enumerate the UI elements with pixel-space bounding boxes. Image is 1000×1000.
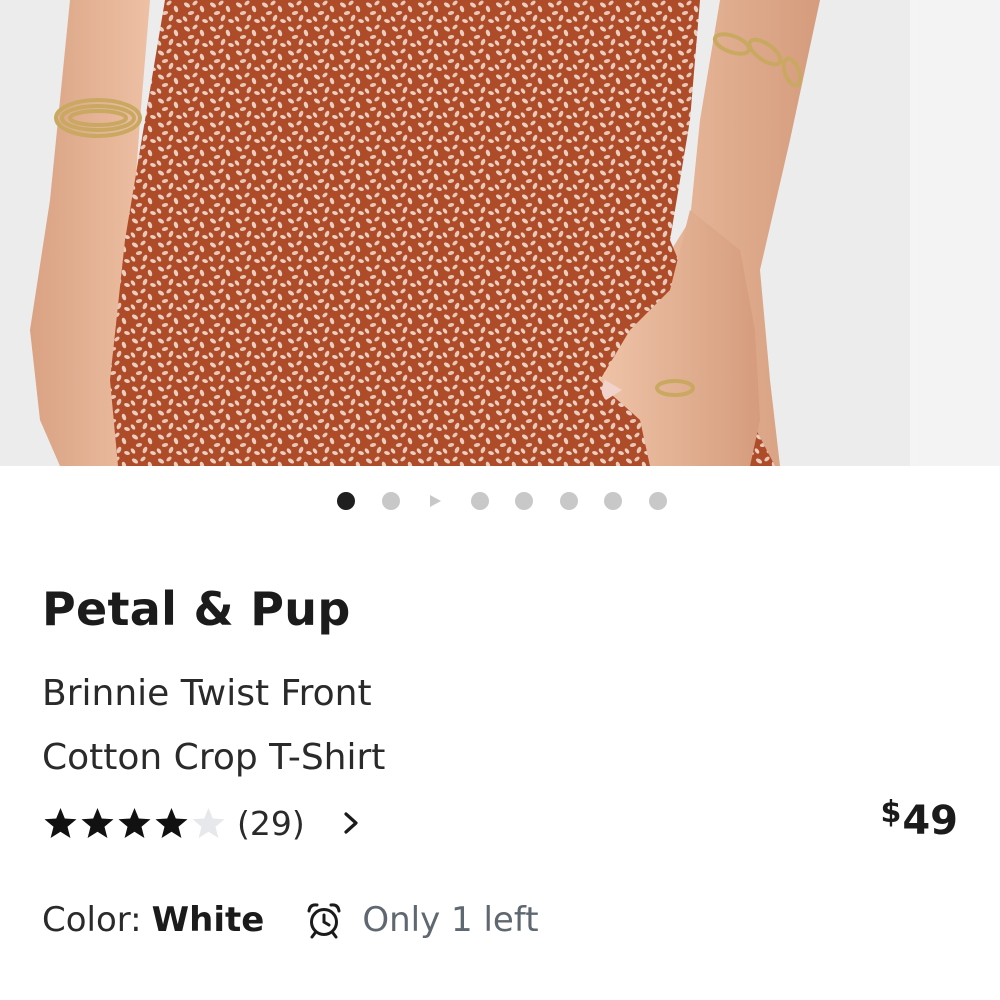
play-icon bbox=[430, 495, 441, 507]
product-page: Petal & Pup Brinnie Twist Front Cotton C… bbox=[0, 0, 1000, 1000]
star-filled-icon bbox=[44, 808, 77, 838]
alarm-clock-icon bbox=[307, 903, 341, 939]
star-filled-icon bbox=[155, 808, 188, 838]
price-amount: 49 bbox=[902, 798, 958, 844]
carousel-dot[interactable] bbox=[381, 492, 400, 510]
carousel-dot[interactable] bbox=[559, 492, 578, 510]
carousel-dots bbox=[0, 490, 1000, 512]
product-image[interactable] bbox=[0, 0, 910, 466]
star-filled-icon bbox=[118, 808, 151, 838]
color-row: Color: White Only 1 left bbox=[42, 895, 539, 945]
color-value: White bbox=[151, 900, 265, 940]
rating-summary-link[interactable]: (29) bbox=[42, 800, 402, 846]
chevron-right-icon bbox=[344, 812, 358, 834]
star-rating bbox=[42, 806, 227, 840]
star-empty-icon bbox=[192, 808, 225, 838]
product-photo bbox=[0, 0, 910, 466]
stock-status: Only 1 left bbox=[304, 900, 539, 940]
carousel-dot-active[interactable] bbox=[337, 492, 355, 510]
product-image-carousel[interactable] bbox=[0, 0, 1000, 466]
price-currency: $ bbox=[880, 795, 902, 830]
brand-name[interactable]: Petal & Pup bbox=[42, 582, 351, 636]
price: $49 bbox=[880, 795, 958, 844]
stock-text: Only 1 left bbox=[362, 900, 539, 940]
next-image-peek[interactable] bbox=[918, 0, 1000, 466]
product-title-line-2: Cotton Crop T-Shirt bbox=[42, 737, 386, 778]
carousel-dot[interactable] bbox=[604, 492, 622, 510]
carousel-dot[interactable] bbox=[515, 492, 533, 510]
color-label: Color: bbox=[42, 900, 142, 940]
carousel-dot[interactable] bbox=[470, 492, 489, 510]
review-count: (29) bbox=[237, 803, 305, 843]
star-filled-icon bbox=[81, 808, 114, 838]
carousel-video-dot[interactable] bbox=[426, 492, 444, 510]
product-title: Brinnie Twist Front Cotton Crop T-Shirt bbox=[42, 662, 742, 790]
product-title-line-1: Brinnie Twist Front bbox=[42, 673, 372, 714]
carousel-dot[interactable] bbox=[648, 492, 667, 510]
